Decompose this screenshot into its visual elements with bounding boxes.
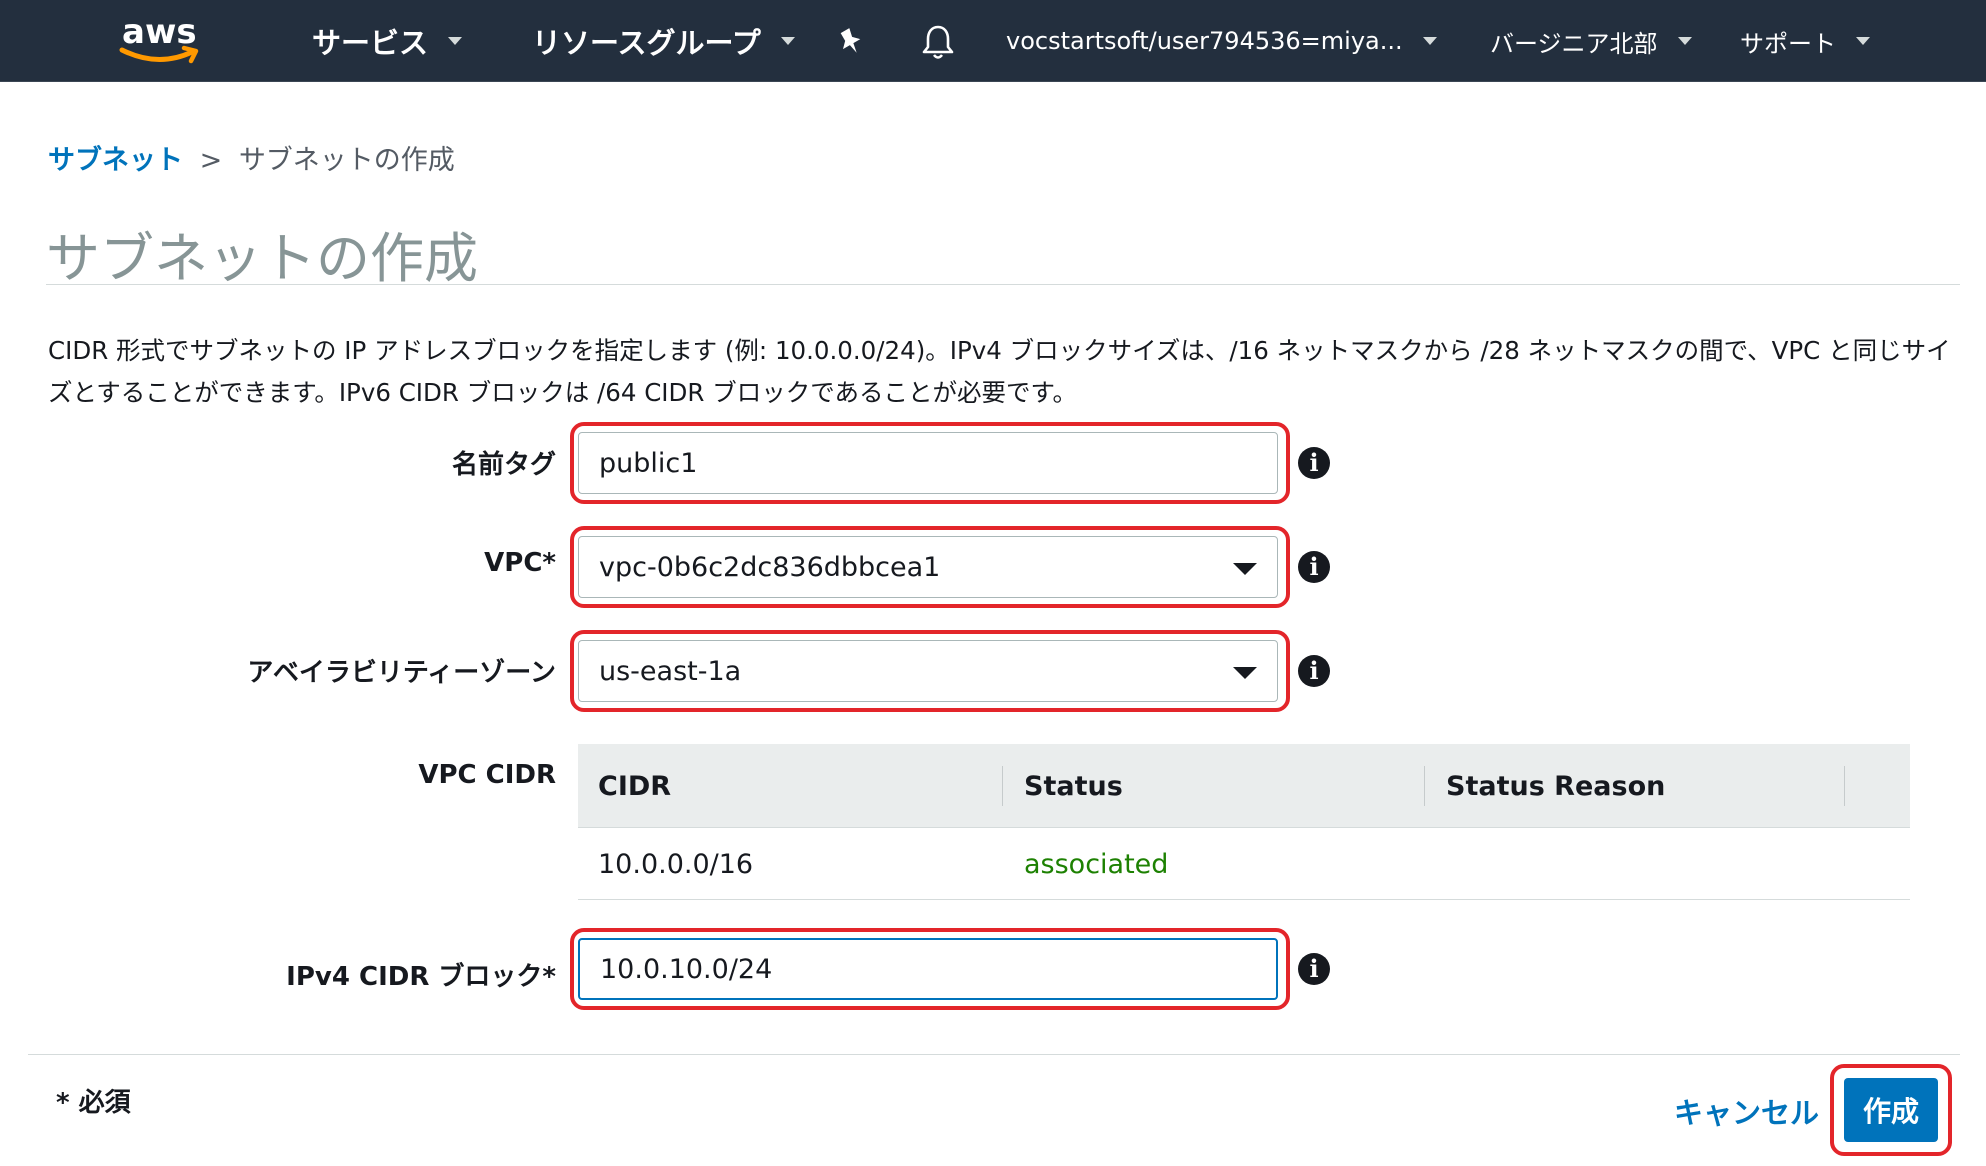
vpc-label: VPC* — [484, 548, 556, 578]
support-menu-label: サポート — [1740, 29, 1836, 58]
title-divider — [46, 284, 1960, 285]
create-button[interactable]: 作成 — [1844, 1078, 1938, 1142]
breadcrumb-subnets-link[interactable]: サブネット — [48, 145, 183, 176]
column-header-status-reason: Status Reason — [1446, 770, 1666, 802]
pin-icon[interactable] — [836, 26, 866, 60]
info-icon[interactable]: i — [1298, 953, 1330, 985]
region-menu[interactable]: バージニア北部 — [1490, 0, 1692, 82]
aws-smile-icon — [119, 45, 199, 64]
page-title: サブネットの作成 — [46, 227, 478, 290]
name-tag-input[interactable] — [578, 432, 1278, 494]
support-menu[interactable]: サポート — [1740, 0, 1870, 82]
availability-zone-select[interactable]: us-east-1a — [578, 640, 1278, 702]
vpc-cidr-label: VPC CIDR — [418, 760, 556, 790]
dropdown-arrow-icon — [1233, 667, 1257, 679]
chevron-down-icon — [1422, 37, 1437, 45]
column-header-status: Status — [1024, 770, 1123, 802]
cidr-description: CIDR 形式でサブネットの IP アドレスブロックを指定します (例: 10.… — [48, 336, 1951, 407]
breadcrumb-current: サブネットの作成 — [238, 145, 455, 176]
vpc-select-value: vpc-0b6c2dc836dbbcea1 — [599, 551, 941, 583]
chevron-down-icon — [448, 37, 463, 45]
account-menu-label: vocstartsoft/user794536=miya... — [1006, 27, 1403, 55]
breadcrumb: サブネット > サブネットの作成 — [48, 138, 455, 177]
column-divider — [1424, 766, 1425, 806]
status-cell: associated — [1024, 848, 1169, 880]
info-icon[interactable]: i — [1298, 447, 1330, 479]
vpc-select[interactable]: vpc-0b6c2dc836dbbcea1 — [578, 536, 1278, 598]
availability-zone-select-value: us-east-1a — [599, 655, 742, 687]
status-reason-cell — [1426, 828, 1446, 900]
required-note: * 必須 — [56, 1088, 131, 1118]
cidr-cell: 10.0.0.0/16 — [598, 848, 754, 880]
table-row: 10.0.0.0/16 associated — [578, 828, 1910, 900]
resource-groups-menu-label: リソースグループ — [532, 26, 761, 60]
column-divider — [1002, 766, 1003, 806]
column-divider — [1844, 766, 1845, 806]
resource-groups-menu[interactable]: リソースグループ — [532, 0, 795, 82]
ipv4-cidr-label: IPv4 CIDR ブロック* — [286, 962, 556, 992]
aws-logo[interactable]: aws — [118, 12, 208, 68]
ipv4-cidr-input[interactable] — [578, 938, 1278, 1000]
vpc-cidr-table-header: CIDR Status Status Reason — [578, 744, 1910, 828]
column-header-cidr: CIDR — [598, 770, 672, 802]
top-navigation-bar: aws サービス リソースグループ vocstartsoft/user79453… — [0, 0, 1986, 82]
info-icon[interactable]: i — [1298, 655, 1330, 687]
bell-icon[interactable] — [918, 22, 958, 66]
region-menu-label: バージニア北部 — [1490, 29, 1658, 58]
services-menu[interactable]: サービス — [312, 0, 463, 82]
footer-divider — [28, 1054, 1960, 1055]
chevron-down-icon — [780, 37, 795, 45]
chevron-down-icon — [1856, 37, 1870, 45]
info-icon[interactable]: i — [1298, 551, 1330, 583]
account-menu[interactable]: vocstartsoft/user794536=miya... — [1006, 0, 1437, 82]
services-menu-label: サービス — [312, 26, 429, 60]
name-tag-label: 名前タグ — [451, 450, 556, 480]
chevron-down-icon — [1677, 37, 1692, 45]
breadcrumb-separator: > — [199, 145, 223, 176]
dropdown-arrow-icon — [1233, 563, 1257, 575]
availability-zone-label: アベイラビリティーゾーン — [247, 658, 556, 688]
cancel-button[interactable]: キャンセル — [1674, 1090, 1819, 1132]
